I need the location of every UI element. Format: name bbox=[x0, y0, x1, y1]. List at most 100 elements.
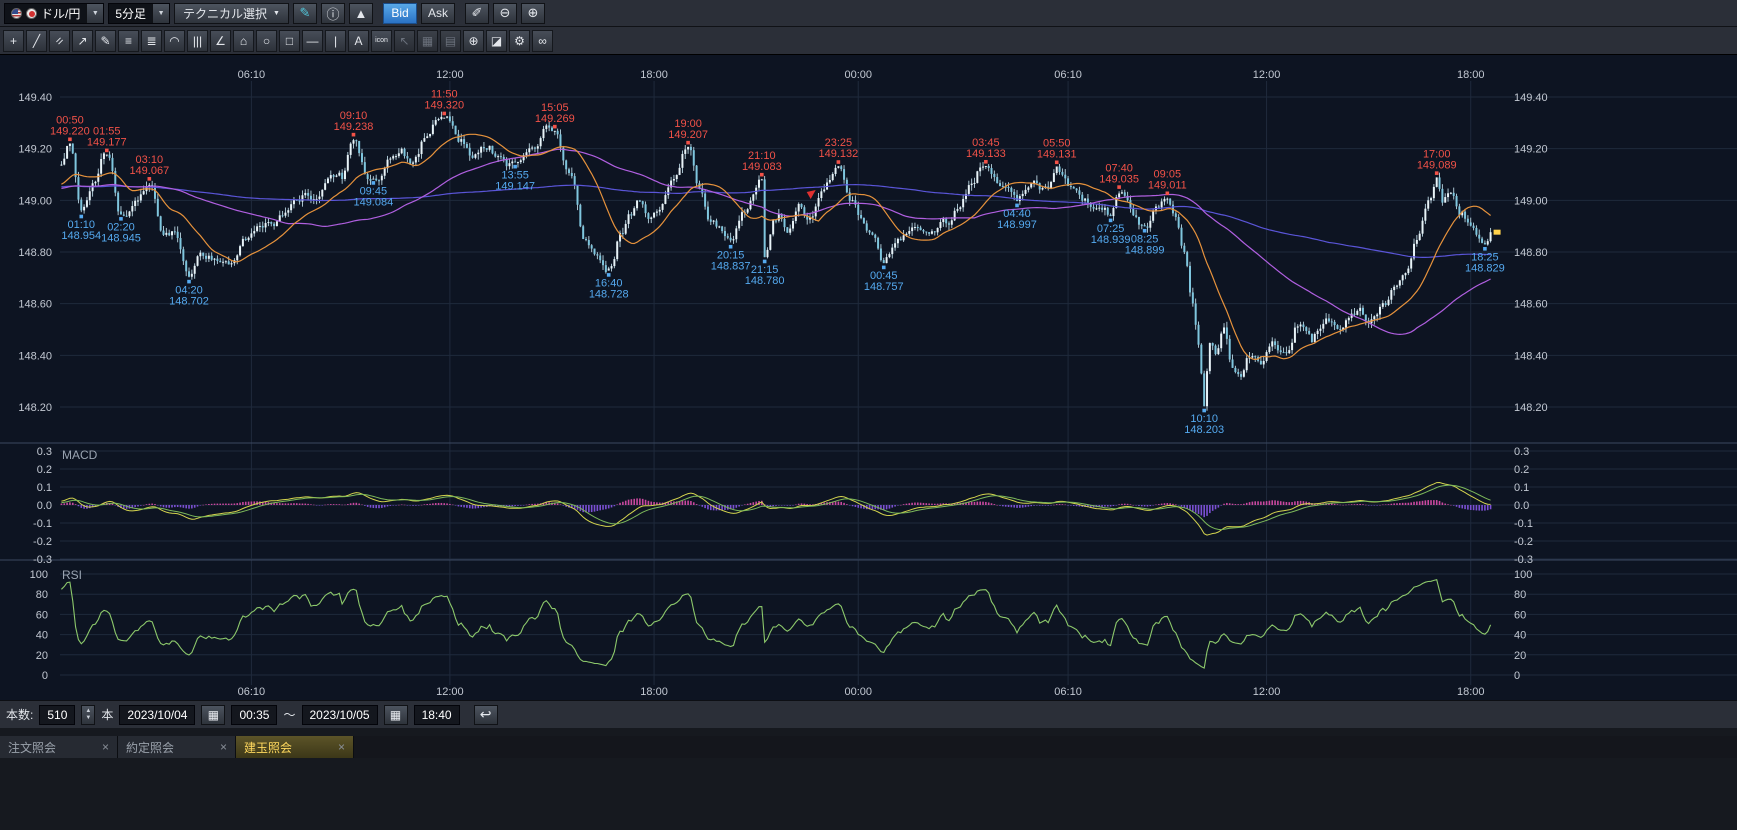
time-zones-tool-icon: ||| bbox=[193, 34, 202, 48]
tab-close-icon[interactable]: × bbox=[338, 740, 345, 754]
channel-tool[interactable]: = bbox=[49, 30, 70, 52]
macd-axis-label: -0.2 bbox=[33, 536, 52, 548]
pair-dropdown-button[interactable]: ▼ bbox=[86, 4, 103, 23]
fibonacci-tool[interactable]: ≣ bbox=[141, 30, 162, 52]
price-axis-label: 149.40 bbox=[18, 92, 52, 104]
pencil-icon: ✎ bbox=[300, 5, 311, 21]
spinner-up-icon[interactable]: ▲ bbox=[85, 708, 91, 715]
candlestick-series bbox=[60, 112, 1491, 411]
horizontal-lines-tool[interactable]: ≡ bbox=[118, 30, 139, 52]
date-from-field[interactable]: 2023/10/04 bbox=[119, 705, 195, 725]
low-annotation-price: 149.147 bbox=[495, 180, 535, 192]
freehand-tool[interactable]: ✎ bbox=[95, 30, 116, 52]
time-to-field[interactable]: 18:40 bbox=[414, 705, 460, 725]
date-to-field[interactable]: 2023/10/05 bbox=[302, 705, 378, 725]
horizontal-lines-tool-icon: ≡ bbox=[125, 34, 132, 48]
currency-pair-selector[interactable]: ドル/円 ▼ bbox=[4, 3, 104, 24]
undo-button[interactable]: ↩ bbox=[474, 705, 498, 725]
chart-mode-button[interactable]: ▲ bbox=[349, 3, 373, 24]
draw-mode-button[interactable]: ✎ bbox=[293, 3, 317, 24]
rsi-axis-label: 100 bbox=[30, 569, 48, 581]
low-annotation-price: 148.728 bbox=[589, 289, 629, 301]
timeframe-dropdown-button[interactable]: ▼ bbox=[152, 4, 169, 23]
rsi-axis-label: 80 bbox=[1514, 589, 1526, 601]
link-tool[interactable]: ∞ bbox=[532, 30, 553, 52]
icon-stamp-tool-icon: icon bbox=[375, 37, 388, 44]
tab-close-icon[interactable]: × bbox=[220, 740, 227, 754]
trendline-tool[interactable]: ╱ bbox=[26, 30, 47, 52]
angle-tool[interactable]: ∠ bbox=[210, 30, 231, 52]
rsi-axis-label: 60 bbox=[36, 609, 48, 621]
ask-button[interactable]: Ask bbox=[421, 3, 455, 24]
price-axis-label: 148.60 bbox=[18, 299, 52, 311]
low-annotation-price: 148.945 bbox=[101, 233, 141, 245]
macd-axis-label: -0.3 bbox=[1514, 554, 1533, 566]
text-tool[interactable]: A bbox=[348, 30, 369, 52]
tab-position-inquiry[interactable]: 建玉照会 × bbox=[236, 736, 354, 758]
macd-axis-label: 0.2 bbox=[37, 464, 52, 476]
tab-execution-inquiry[interactable]: 約定照会 × bbox=[118, 736, 236, 758]
crosshair-tool[interactable]: + bbox=[3, 30, 24, 52]
calendar-icon: ▦ bbox=[208, 708, 219, 722]
rectangle-tool[interactable]: □ bbox=[279, 30, 300, 52]
bar-count-value[interactable]: 510 bbox=[39, 705, 75, 725]
us-flag-icon bbox=[11, 8, 22, 19]
technical-select-button[interactable]: テクニカル選択 ▼ bbox=[174, 3, 289, 24]
ellipse-tool[interactable]: ○ bbox=[256, 30, 277, 52]
zoom-in-button[interactable]: ⊕ bbox=[521, 3, 545, 24]
ray-tool[interactable]: ↗ bbox=[72, 30, 93, 52]
bid-button[interactable]: Bid bbox=[383, 3, 417, 24]
drawing-toolbar: +╱ = ↗✎ ≡ ≣◠ ||| ∠ ⌂○□—| Aicon ↖▦▤⊕◪ ⚙ ∞ bbox=[0, 27, 1737, 55]
rsi-axis-label: 20 bbox=[36, 650, 48, 662]
price-axis-label: 148.80 bbox=[18, 247, 52, 259]
positions-panel bbox=[0, 758, 1737, 830]
vertical-line-tool[interactable]: | bbox=[325, 30, 346, 52]
tab-label: 建玉照会 bbox=[244, 739, 292, 756]
time-from-field[interactable]: 00:35 bbox=[231, 705, 277, 725]
high-annotation-price: 149.132 bbox=[819, 148, 859, 160]
tab-label: 約定照会 bbox=[126, 739, 174, 756]
calendar-from-button[interactable]: ▦ bbox=[201, 705, 225, 725]
spinner-down-icon[interactable]: ▼ bbox=[85, 715, 91, 722]
info-button[interactable]: ⓘ bbox=[321, 3, 345, 24]
bar-count-label: 本数: bbox=[6, 706, 33, 723]
icon-stamp-tool[interactable]: icon bbox=[371, 30, 392, 52]
horizontal-line-tool[interactable]: — bbox=[302, 30, 323, 52]
zoom-out-button[interactable]: ⊖ bbox=[493, 3, 517, 24]
tab-order-inquiry[interactable]: 注文照会× bbox=[0, 736, 118, 758]
zoom-tool[interactable]: ⊕ bbox=[463, 30, 484, 52]
low-annotation-price: 148.899 bbox=[1125, 244, 1165, 256]
swing-high-marker bbox=[442, 112, 446, 116]
price-axis-label: 149.40 bbox=[1514, 92, 1548, 104]
settings-tool[interactable]: ⚙ bbox=[509, 30, 530, 52]
cursor-tool[interactable]: ↖ bbox=[394, 30, 415, 52]
low-annotation-price: 148.837 bbox=[711, 260, 751, 272]
layout-tool[interactable]: ▤ bbox=[440, 30, 461, 52]
settings-tool-icon: ⚙ bbox=[514, 34, 525, 48]
high-annotation-price: 149.177 bbox=[87, 137, 127, 149]
price-axis-label: 148.20 bbox=[1514, 402, 1548, 414]
chart-edit-button[interactable]: ✐ bbox=[465, 3, 489, 24]
calendar-to-button[interactable]: ▦ bbox=[384, 705, 408, 725]
grid-tool[interactable]: ▦ bbox=[417, 30, 438, 52]
angle-tool-icon: ∠ bbox=[215, 34, 226, 48]
fan-tool[interactable]: ◠ bbox=[164, 30, 185, 52]
macd-panel-label: MACD bbox=[62, 448, 98, 462]
bar-count-spinner[interactable]: ▲ ▼ bbox=[81, 705, 95, 725]
tab-close-icon[interactable]: × bbox=[102, 740, 109, 754]
undo-icon: ↩ bbox=[480, 706, 492, 723]
eraser-tool[interactable]: ◪ bbox=[486, 30, 507, 52]
chart-area[interactable]: 149.40149.40149.20149.20149.00149.00148.… bbox=[0, 55, 1737, 700]
timeframe-selector[interactable]: 5分足 ▼ bbox=[108, 3, 170, 24]
text-tool-icon: A bbox=[354, 34, 362, 48]
pentagon-tool[interactable]: ⌂ bbox=[233, 30, 254, 52]
swing-low-marker bbox=[729, 245, 733, 249]
swing-high-marker bbox=[1166, 191, 1170, 195]
macd-axis-label: -0.1 bbox=[33, 518, 52, 530]
channel-tool-icon: = bbox=[52, 33, 67, 48]
swing-low-marker bbox=[187, 280, 191, 284]
time-zones-tool[interactable]: ||| bbox=[187, 30, 208, 52]
time-axis-label: 12:00 bbox=[436, 686, 464, 698]
high-annotation-price: 149.011 bbox=[1148, 179, 1187, 191]
timeframe-value: 5分足 bbox=[115, 5, 146, 22]
